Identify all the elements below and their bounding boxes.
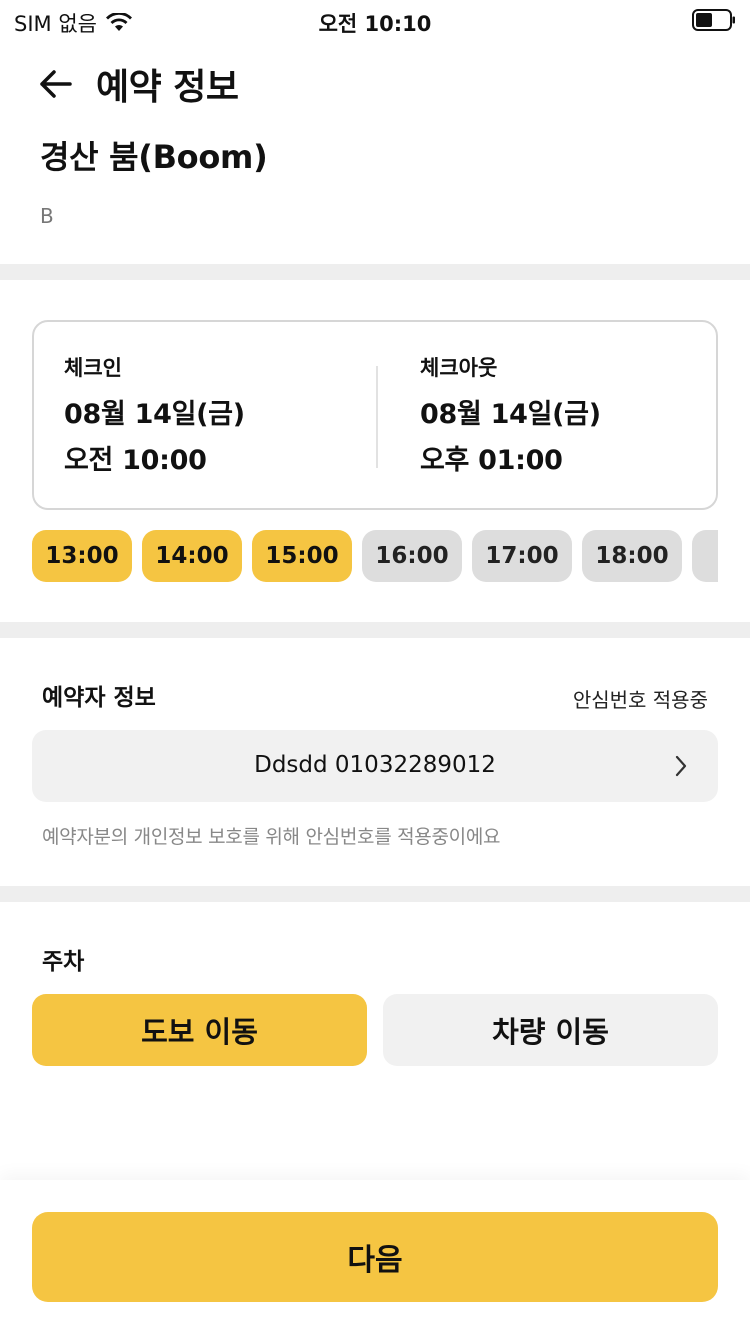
section-divider <box>0 886 750 902</box>
safe-number-status: 안심번호 적용중 <box>572 688 708 712</box>
time-slot-list: 13:00 14:00 15:00 16:00 17:00 18:00 1 <box>32 530 718 582</box>
time-slot[interactable]: 1 <box>692 530 718 582</box>
section-divider <box>0 264 750 280</box>
time-slot-scroller[interactable]: 13:00 14:00 15:00 16:00 17:00 18:00 1 <box>32 530 718 582</box>
time-slot[interactable]: 18:00 <box>582 530 682 582</box>
privacy-notice: 예약자분의 개인정보 보호를 위해 안심번호를 적용중이에요 <box>42 826 501 848</box>
time-slot[interactable]: 16:00 <box>362 530 462 582</box>
time-slot[interactable]: 13:00 <box>32 530 132 582</box>
venue-name: 경산 붐(Boom) <box>40 138 268 176</box>
status-bar: SIM 없음 오전 10:10 <box>0 0 750 40</box>
time-slot[interactable]: 14:00 <box>142 530 242 582</box>
checkin-time: 오전 10:00 <box>64 445 207 476</box>
section-divider <box>0 622 750 638</box>
checkout-date: 08월 14일(금) <box>420 399 601 430</box>
parking-section-title: 주차 <box>42 949 85 975</box>
chevron-right-icon <box>675 755 687 777</box>
checkout-block: 체크아웃 08월 14일(금) 오후 01:00 <box>420 352 601 484</box>
checkin-block: 체크인 08월 14일(금) 오전 10:00 <box>64 352 245 484</box>
checkin-label: 체크인 <box>64 356 122 380</box>
checkin-date: 08월 14일(금) <box>64 399 245 430</box>
back-button[interactable] <box>36 66 76 102</box>
bottom-bar: 다음 <box>0 1180 750 1334</box>
booker-info-field[interactable]: Ddsdd 01032289012 <box>32 730 718 802</box>
schedule-card: 체크인 08월 14일(금) 오전 10:00 체크아웃 08월 14일(금) … <box>32 320 718 510</box>
room-name: B <box>40 204 54 228</box>
checkout-label: 체크아웃 <box>420 356 498 380</box>
booker-section-title: 예약자 정보 <box>42 685 156 711</box>
next-button[interactable]: 다음 <box>32 1212 718 1302</box>
booker-value: Ddsdd 01032289012 <box>254 752 496 778</box>
schedule-separator <box>376 366 378 468</box>
parking-car-button[interactable]: 차량 이동 <box>383 994 718 1066</box>
clock: 오전 10:10 <box>318 12 432 36</box>
time-slot[interactable]: 17:00 <box>472 530 572 582</box>
battery-icon <box>692 9 735 31</box>
parking-walk-button[interactable]: 도보 이동 <box>32 994 367 1066</box>
time-slot[interactable]: 15:00 <box>252 530 352 582</box>
header: 예약 정보 <box>0 54 750 114</box>
checkout-time: 오후 01:00 <box>420 445 563 476</box>
arrow-left-icon <box>40 70 72 98</box>
page-title: 예약 정보 <box>96 67 239 108</box>
